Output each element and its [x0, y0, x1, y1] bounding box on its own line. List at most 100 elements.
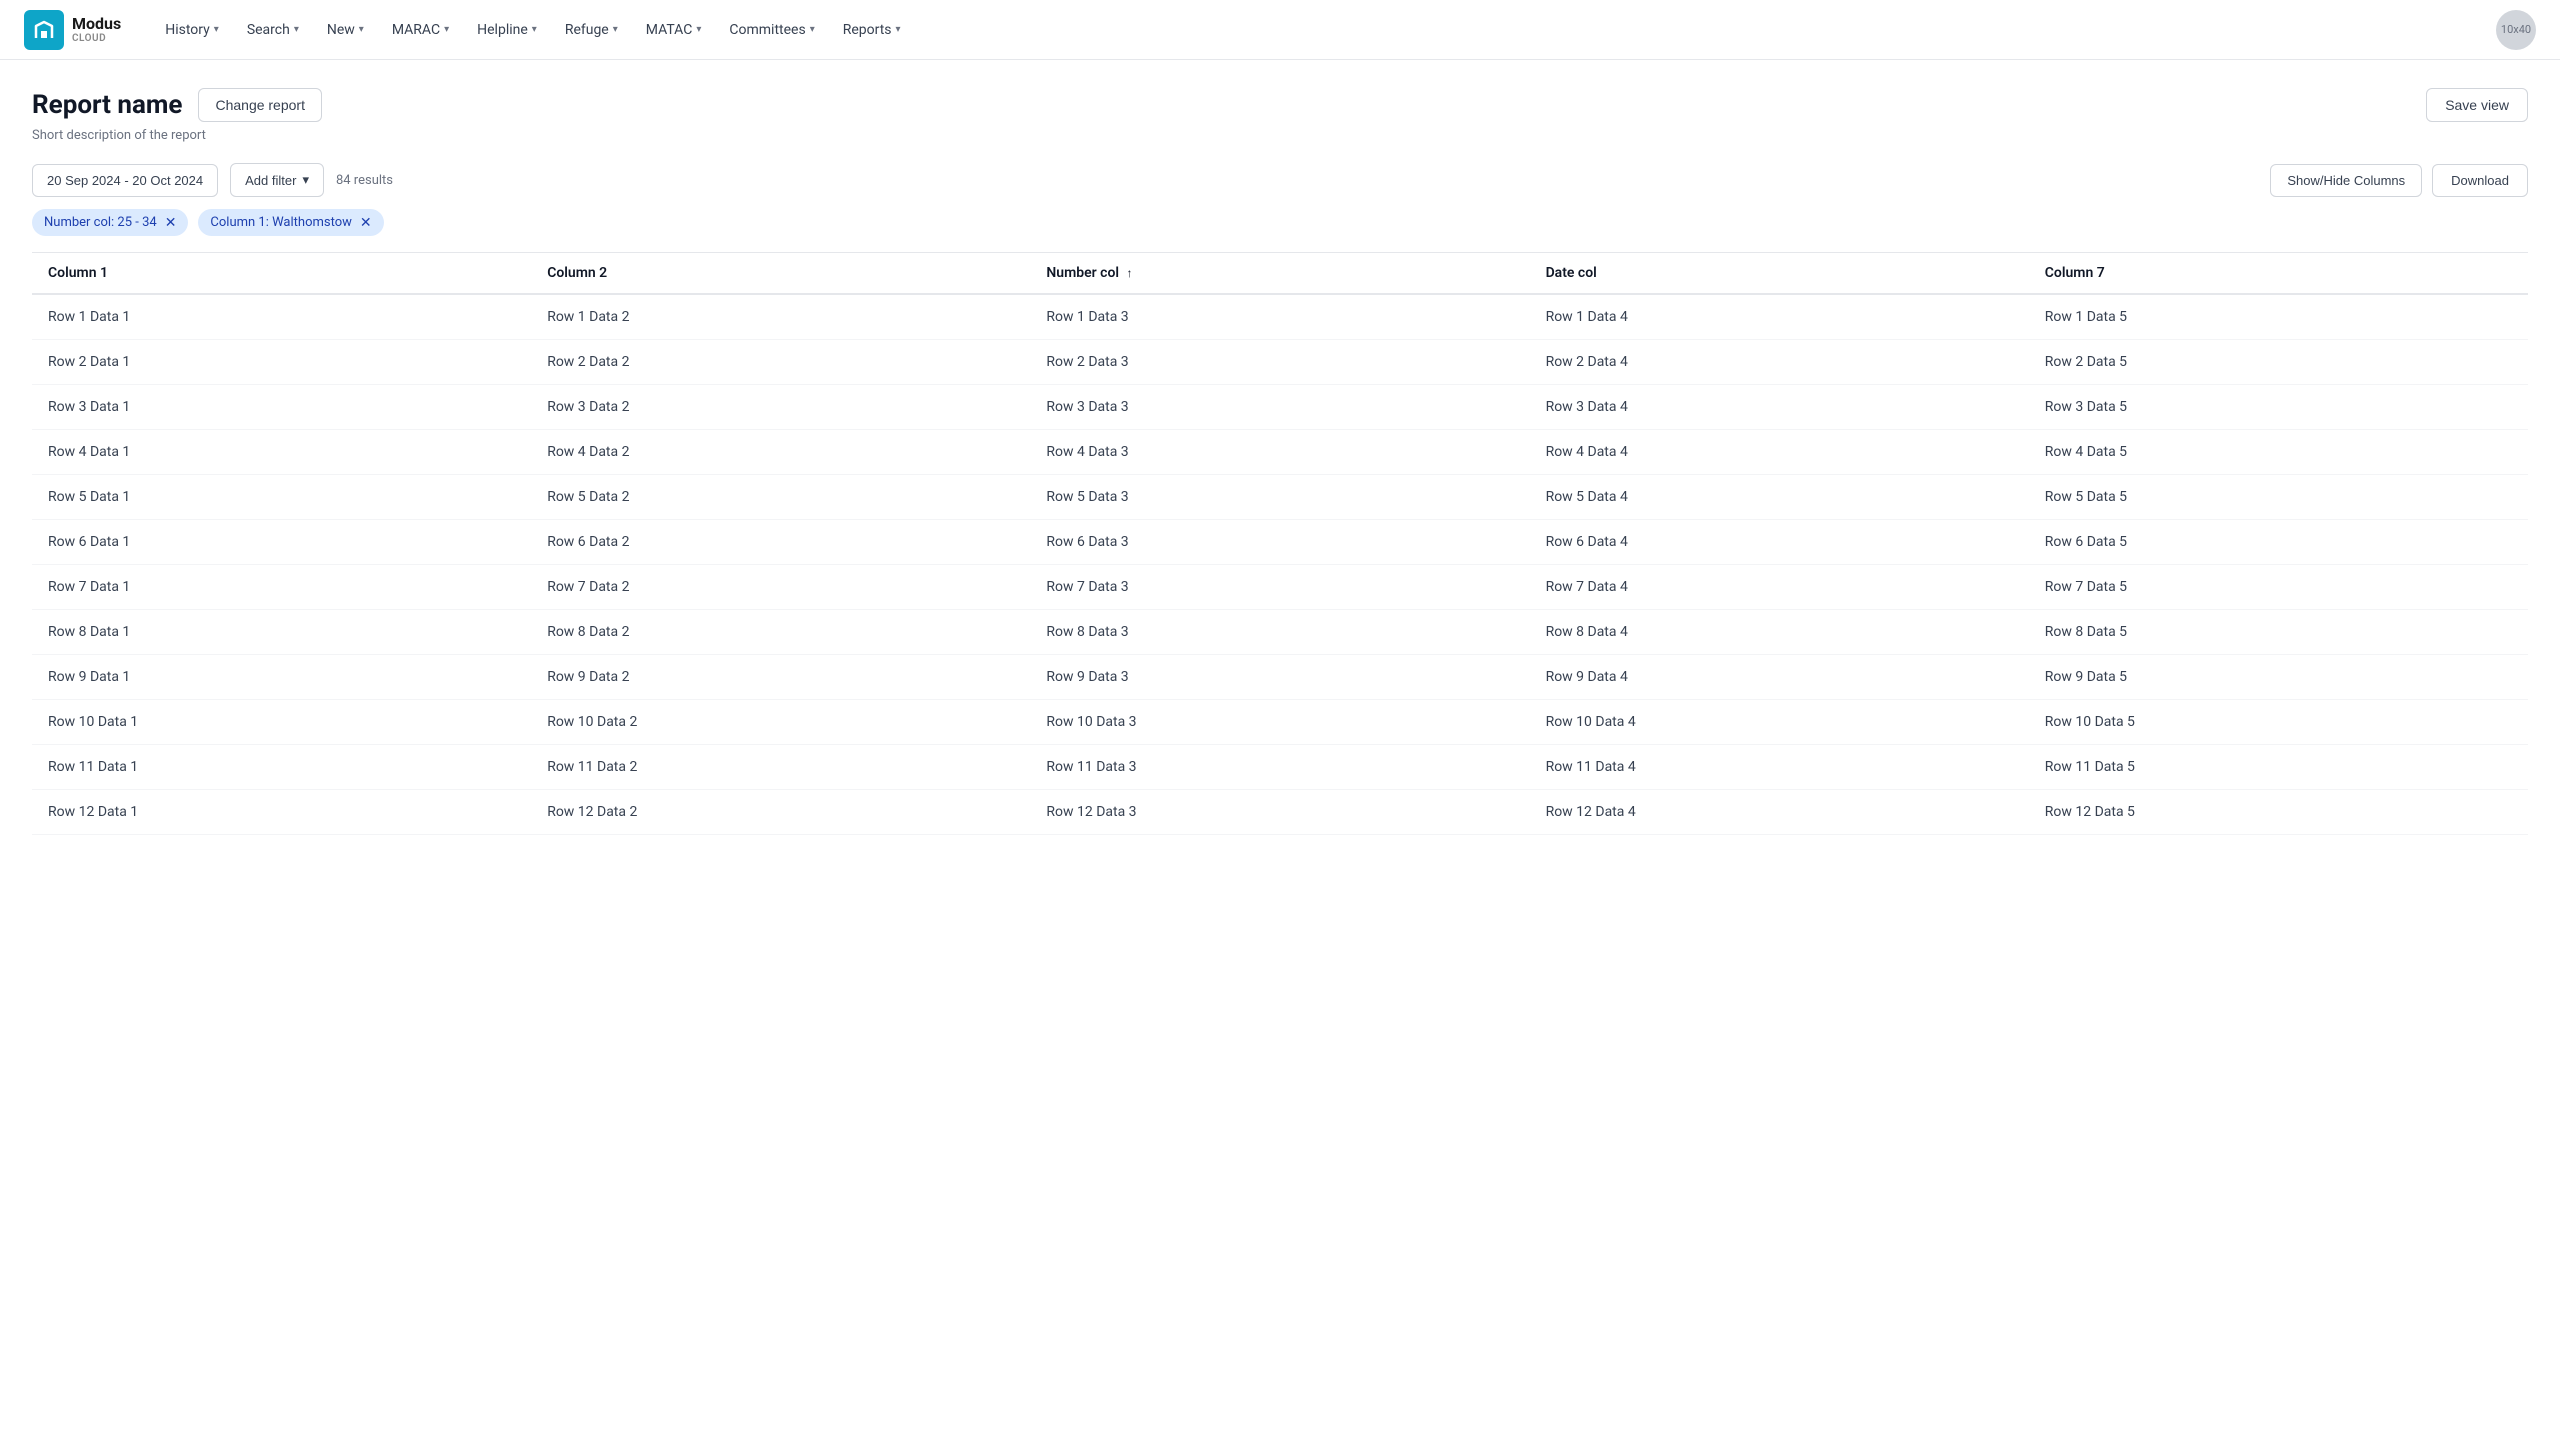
- table-row: Row 4 Data 1Row 4 Data 2Row 4 Data 3Row …: [32, 430, 2528, 475]
- row-data-1-col3: Row 1 Data 3: [1030, 294, 1529, 340]
- nav-label-reports: Reports: [843, 22, 892, 38]
- filter-tag-number-col: Number col: 25 - 34 ✕: [32, 209, 188, 236]
- filter-tag-column1: Column 1: Walthomstow ✕: [198, 209, 383, 236]
- column-header-col2: Column 2: [531, 253, 1030, 295]
- row-data-10-col1: Row 10 Data 1: [32, 700, 531, 745]
- data-table: Column 1 Column 2 Number col ↑ Date col …: [32, 252, 2528, 835]
- row-data-2-col3: Row 2 Data 3: [1030, 340, 1529, 385]
- row-data-7-col2: Row 7 Data 2: [531, 565, 1030, 610]
- row-data-9-col2: Row 9 Data 2: [531, 655, 1030, 700]
- chevron-down-icon: ▾: [896, 24, 901, 35]
- avatar-label: 10x40: [2501, 23, 2531, 36]
- table-row: Row 5 Data 1Row 5 Data 2Row 5 Data 3Row …: [32, 475, 2528, 520]
- row-data-9-col3: Row 9 Data 3: [1030, 655, 1529, 700]
- table-row: Row 12 Data 1Row 12 Data 2Row 12 Data 3R…: [32, 790, 2528, 835]
- row-data-4-col2: Row 4 Data 2: [531, 430, 1030, 475]
- table-row: Row 11 Data 1Row 11 Data 2Row 11 Data 3R…: [32, 745, 2528, 790]
- row-data-4-col3: Row 4 Data 3: [1030, 430, 1529, 475]
- download-button[interactable]: Download: [2432, 164, 2528, 197]
- logo[interactable]: Modus CLOUD: [24, 10, 121, 50]
- table-body: Row 1 Data 1Row 1 Data 2Row 1 Data 3Row …: [32, 294, 2528, 835]
- row-data-5-col3: Row 5 Data 3: [1030, 475, 1529, 520]
- row-data-1-col5: Row 1 Data 5: [2029, 294, 2528, 340]
- nav-label-committees: Committees: [729, 22, 805, 38]
- row-data-2-col2: Row 2 Data 2: [531, 340, 1030, 385]
- row-data-10-col2: Row 10 Data 2: [531, 700, 1030, 745]
- row-data-12-col4: Row 12 Data 4: [1530, 790, 2029, 835]
- row-data-8-col1: Row 8 Data 1: [32, 610, 531, 655]
- save-view-button[interactable]: Save view: [2426, 88, 2528, 122]
- column-header-date-col: Date col: [1530, 253, 2029, 295]
- logo-icon: [24, 10, 64, 50]
- column-header-number-col[interactable]: Number col ↑: [1030, 253, 1529, 295]
- logo-text: Modus CLOUD: [72, 15, 121, 44]
- row-data-8-col2: Row 8 Data 2: [531, 610, 1030, 655]
- nav-item-matac[interactable]: MATAC ▾: [634, 14, 714, 46]
- change-report-button[interactable]: Change report: [198, 88, 322, 122]
- table-row: Row 1 Data 1Row 1 Data 2Row 1 Data 3 Row …: [32, 294, 2528, 340]
- row-data-5-col1: Row 5 Data 1: [32, 475, 531, 520]
- row-data-1-col2: Row 1 Data 2: [531, 294, 1030, 340]
- chevron-down-icon: ▾: [294, 24, 299, 35]
- row-data-4-col5: Row 4 Data 5: [2029, 430, 2528, 475]
- row-data-1-col1: Row 1 Data 1: [32, 294, 531, 340]
- row-data-5-col4: Row 5 Data 4: [1530, 475, 2029, 520]
- row-data-7-col3: Row 7 Data 3: [1030, 565, 1529, 610]
- show-hide-columns-button[interactable]: Show/Hide Columns: [2270, 164, 2422, 197]
- row-data-6-col4: Row 6 Data 4: [1530, 520, 2029, 565]
- row-data-12-col2: Row 12 Data 2: [531, 790, 1030, 835]
- date-range-button[interactable]: 20 Sep 2024 - 20 Oct 2024: [32, 164, 218, 197]
- column-header-col7: Column 7: [2029, 253, 2528, 295]
- row-data-9-col4: Row 9 Data 4: [1530, 655, 2029, 700]
- row-data-6-col3: Row 6 Data 3: [1030, 520, 1529, 565]
- report-header: Report name Change report Save view: [32, 88, 2528, 122]
- nav-item-helpline[interactable]: Helpline ▾: [465, 14, 549, 46]
- row-data-8-col5: Row 8 Data 5: [2029, 610, 2528, 655]
- filter-tag-label: Number col: 25 - 34: [44, 215, 157, 230]
- report-description: Short description of the report: [32, 128, 2528, 143]
- row-data-4-col4: Row 4 Data 4: [1530, 430, 2029, 475]
- report-name: Report name: [32, 90, 182, 120]
- row-data-11-col5: Row 11 Data 5: [2029, 745, 2528, 790]
- table-header-row: Column 1 Column 2 Number col ↑ Date col …: [32, 253, 2528, 295]
- row-data-12-col3: Row 12 Data 3: [1030, 790, 1529, 835]
- row-data-4-col1: Row 4 Data 1: [32, 430, 531, 475]
- add-filter-button[interactable]: Add filter ▾: [230, 163, 324, 197]
- nav-label-marac: MARAC: [392, 22, 440, 38]
- table-row: Row 3 Data 1Row 3 Data 2Row 3 Data 3Row …: [32, 385, 2528, 430]
- table-header: Column 1 Column 2 Number col ↑ Date col …: [32, 253, 2528, 295]
- row-data-5-col5: Row 5 Data 5: [2029, 475, 2528, 520]
- nav-item-reports[interactable]: Reports ▾: [831, 14, 913, 46]
- column-header-col1: Column 1: [32, 253, 531, 295]
- row-data-2-col4: Row 2 Data 4: [1530, 340, 2029, 385]
- row-data-8-col4: Row 8 Data 4: [1530, 610, 2029, 655]
- chevron-down-icon: ▾: [532, 24, 537, 35]
- row-data-3-col5: Row 3 Data 5: [2029, 385, 2528, 430]
- right-actions: Show/Hide Columns Download: [2270, 164, 2528, 197]
- chevron-down-icon: ▾: [696, 24, 701, 35]
- row-data-11-col1: Row 11 Data 1: [32, 745, 531, 790]
- row-data-9-col1: Row 9 Data 1: [32, 655, 531, 700]
- avatar[interactable]: 10x40: [2496, 10, 2536, 50]
- row-data-2-col5: Row 2 Data 5: [2029, 340, 2528, 385]
- nav-item-new[interactable]: New ▾: [315, 14, 376, 46]
- filter-row: 20 Sep 2024 - 20 Oct 2024 Add filter ▾ 8…: [32, 163, 2528, 197]
- navbar: Modus CLOUD History ▾ Search ▾ New ▾ MAR…: [0, 0, 2560, 60]
- row-data-2-col1: Row 2 Data 1: [32, 340, 531, 385]
- main-content: Report name Change report Save view Shor…: [0, 60, 2560, 863]
- row-data-12-col5: Row 12 Data 5: [2029, 790, 2528, 835]
- nav-label-search: Search: [247, 22, 290, 38]
- row-data-5-col2: Row 5 Data 2: [531, 475, 1030, 520]
- nav-item-refuge[interactable]: Refuge ▾: [553, 14, 630, 46]
- row-data-9-col5: Row 9 Data 5: [2029, 655, 2528, 700]
- remove-filter-icon[interactable]: ✕: [165, 216, 177, 230]
- remove-filter-icon[interactable]: ✕: [360, 216, 372, 230]
- nav-item-history[interactable]: History ▾: [153, 14, 231, 46]
- table-row: Row 10 Data 1Row 10 Data 2Row 10 Data 3R…: [32, 700, 2528, 745]
- chevron-down-icon: ▾: [214, 24, 219, 35]
- nav-item-committees[interactable]: Committees ▾: [717, 14, 826, 46]
- brand-sub: CLOUD: [72, 33, 121, 44]
- nav-label-matac: MATAC: [646, 22, 693, 38]
- nav-item-search[interactable]: Search ▾: [235, 14, 311, 46]
- nav-item-marac[interactable]: MARAC ▾: [380, 14, 461, 46]
